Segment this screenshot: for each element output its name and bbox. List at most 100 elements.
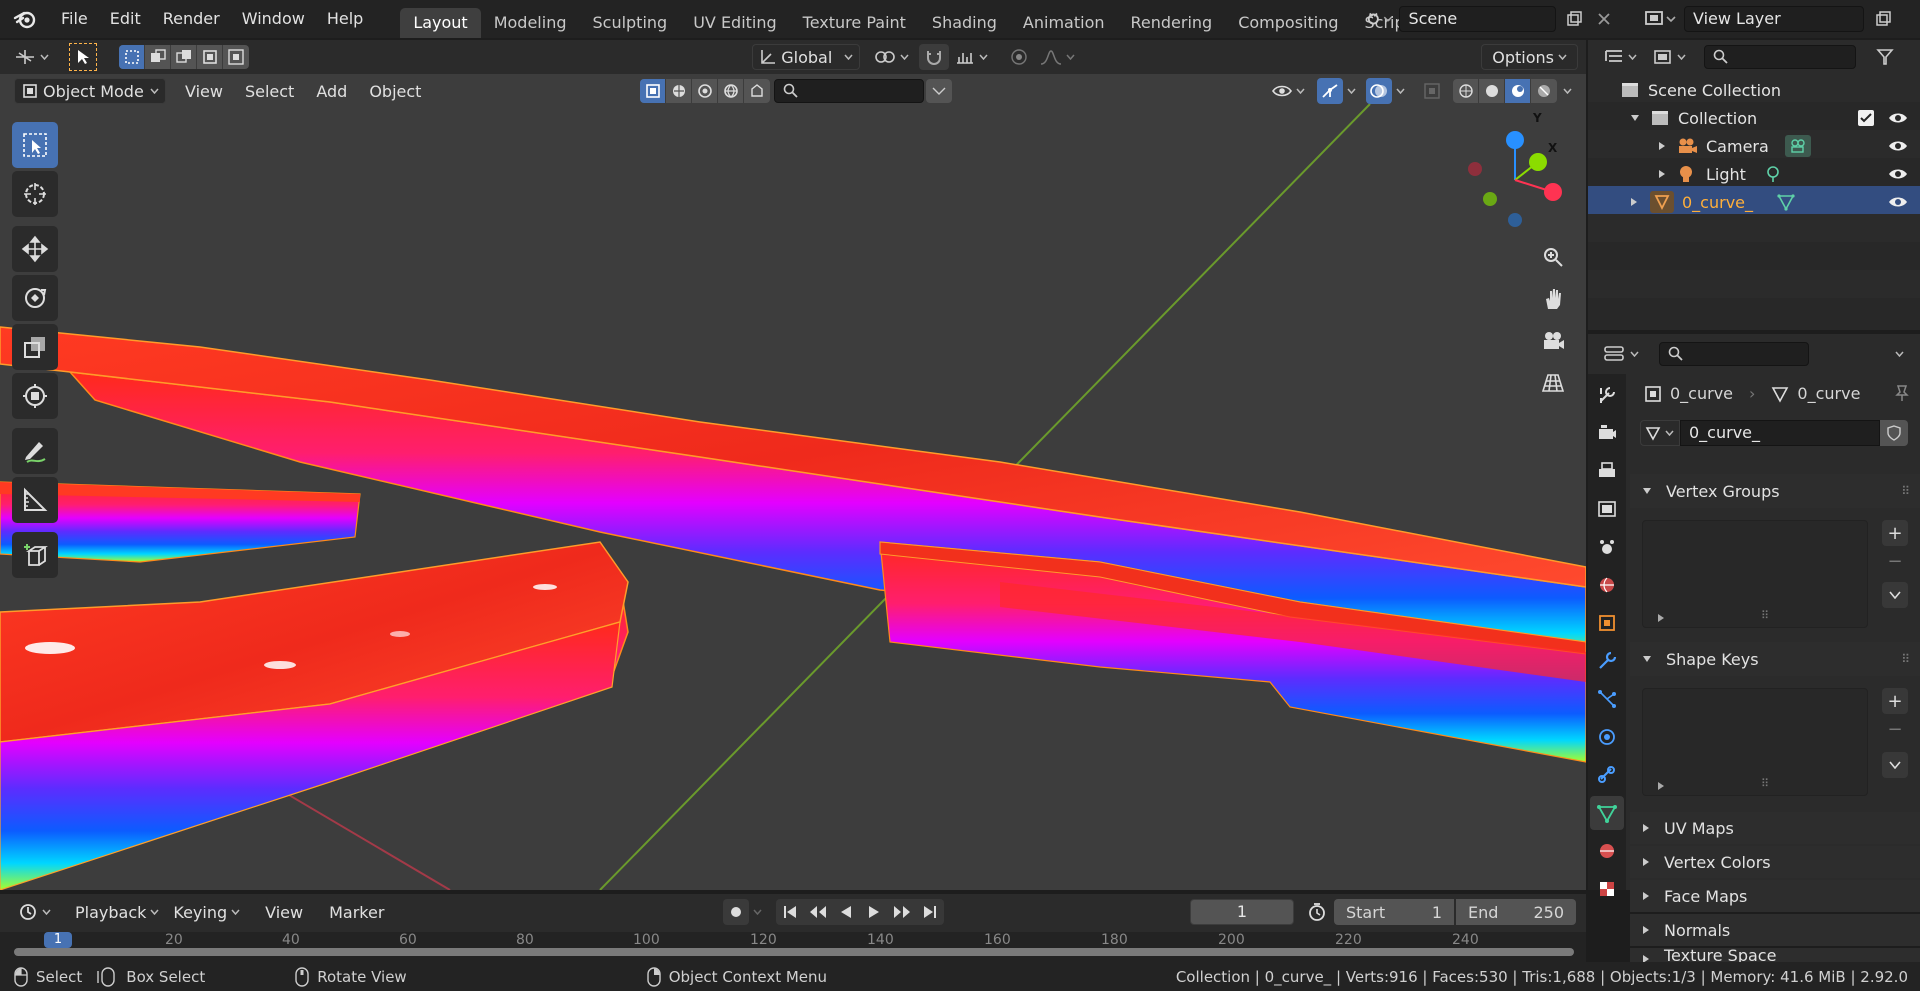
cursor-tool-icon[interactable] — [12, 171, 58, 217]
outliner-row-collection[interactable]: Collection — [1590, 104, 1920, 132]
camera-data-icon[interactable] — [1784, 135, 1811, 157]
menu-edit[interactable]: Edit — [99, 0, 152, 38]
shape-key-specials-button[interactable] — [1882, 752, 1908, 778]
play-reverse-icon[interactable] — [832, 899, 860, 925]
camera-visibility-eye-icon[interactable] — [1888, 139, 1908, 153]
tab-constraints-icon[interactable] — [1590, 758, 1624, 792]
transform-tool-icon[interactable] — [12, 373, 58, 419]
shape-keys-list-expand-icon[interactable] — [1657, 781, 1665, 791]
scene-name-field[interactable]: Scene — [1399, 6, 1557, 32]
normals-panel-header[interactable]: Normals — [1630, 914, 1920, 946]
filter-toggle-icon[interactable] — [926, 79, 953, 103]
viewport-menu-view[interactable]: View — [174, 82, 234, 101]
menu-help[interactable]: Help — [316, 0, 374, 38]
keying-set-dropdown[interactable] — [749, 899, 766, 925]
tab-sculpting[interactable]: Sculpting — [579, 8, 680, 38]
auto-keying-record-icon[interactable] — [723, 899, 750, 925]
filter-object-icon[interactable] — [640, 79, 667, 103]
filter-light-icon[interactable] — [744, 79, 770, 103]
face-maps-panel-header[interactable]: Face Maps — [1630, 880, 1920, 912]
timeline-scrollbar[interactable] — [14, 948, 1574, 956]
curve-visibility-eye-icon[interactable] — [1888, 195, 1908, 209]
snap-target-dropdown[interactable] — [949, 44, 994, 70]
shading-rendered-icon[interactable] — [1531, 79, 1557, 103]
tab-modifiers-icon[interactable] — [1590, 644, 1624, 678]
tab-view-layer-icon[interactable] — [1590, 492, 1624, 526]
scene-selector[interactable]: Scene — [1366, 6, 1616, 32]
select-box-tool-icon[interactable] — [12, 122, 58, 168]
tab-material-icon[interactable] — [1590, 834, 1624, 868]
tab-layout[interactable]: Layout — [400, 8, 481, 38]
tab-object-icon[interactable] — [1590, 606, 1624, 640]
start-frame-field[interactable]: Start 1 — [1334, 899, 1454, 925]
viewport-search-field[interactable] — [774, 79, 925, 103]
rotate-tool-icon[interactable] — [12, 275, 58, 321]
shading-solid-icon[interactable] — [1479, 79, 1505, 103]
outliner-search-field[interactable] — [1704, 45, 1856, 69]
collection-expand-icon[interactable] — [1630, 114, 1640, 122]
timeline-editor-type[interactable] — [12, 899, 57, 925]
pan-hand-icon[interactable] — [1538, 284, 1568, 314]
vertex-group-add-button[interactable]: + — [1882, 520, 1908, 546]
shape-keys-drag-handle[interactable]: ⠿ — [1901, 652, 1910, 666]
add-cube-tool-icon[interactable] — [12, 532, 58, 578]
preview-range-clock-icon[interactable] — [1304, 899, 1330, 925]
tab-uv-editing[interactable]: UV Editing — [680, 8, 789, 38]
vertex-colors-panel-header[interactable]: Vertex Colors — [1630, 846, 1920, 878]
vertex-group-remove-button[interactable]: − — [1882, 548, 1908, 574]
proportional-edit-toggle[interactable] — [1004, 44, 1034, 70]
mode-subtract-icon[interactable] — [171, 45, 197, 69]
vertex-groups-drag-handle[interactable]: ⠿ — [1901, 484, 1910, 498]
jump-end-icon[interactable] — [916, 899, 944, 925]
tab-physics-icon[interactable] — [1590, 720, 1624, 754]
uv-maps-panel-header[interactable]: UV Maps — [1630, 812, 1920, 844]
gizmo-toggle[interactable] — [1317, 78, 1343, 104]
tool-picker[interactable] — [8, 44, 55, 70]
tab-mesh-data-icon[interactable] — [1590, 796, 1624, 830]
move-tool-icon[interactable] — [12, 226, 58, 272]
shape-key-add-button[interactable]: + — [1882, 688, 1908, 714]
tab-particles-icon[interactable] — [1590, 682, 1624, 716]
zoom-icon[interactable] — [1538, 242, 1568, 272]
mesh-name-field[interactable]: 0_curve_ — [1680, 420, 1880, 446]
viewport-menu-object[interactable]: Object — [358, 82, 432, 101]
tab-animation[interactable]: Animation — [1010, 8, 1118, 38]
light-data-icon[interactable] — [1764, 165, 1782, 183]
measure-tool-icon[interactable] — [12, 477, 58, 523]
fake-user-shield-icon[interactable] — [1880, 420, 1908, 446]
display-mode-dropdown[interactable] — [1647, 44, 1692, 70]
current-frame-field[interactable]: 1 — [1190, 899, 1294, 925]
pin-icon[interactable] — [1894, 384, 1910, 402]
viewport-menu-select[interactable]: Select — [234, 82, 305, 101]
pivot-point-dropdown[interactable] — [868, 44, 915, 70]
tab-shading[interactable]: Shading — [919, 8, 1010, 38]
play-icon[interactable] — [860, 899, 888, 925]
menu-render[interactable]: Render — [152, 0, 231, 38]
select-tool-icon[interactable] — [69, 43, 97, 71]
jump-start-icon[interactable] — [776, 899, 804, 925]
mesh-browse-dropdown[interactable] — [1640, 420, 1680, 446]
properties-editor-type[interactable] — [1598, 341, 1645, 367]
timeline-menu-playback[interactable]: Playback — [69, 899, 165, 925]
outliner-row-curve[interactable]: 0_curve_ — [1590, 188, 1920, 216]
vertex-group-specials-button[interactable] — [1882, 582, 1908, 608]
shape-key-remove-button[interactable]: − — [1882, 716, 1908, 742]
camera-expand-icon[interactable] — [1658, 141, 1666, 151]
end-frame-field[interactable]: End 250 — [1456, 899, 1576, 925]
timeline-menu-marker[interactable]: Marker — [318, 903, 395, 922]
viewport-3d[interactable]: Z Y X — [0, 42, 1586, 890]
filter-material-icon[interactable] — [666, 79, 693, 103]
scene-copy-icon[interactable] — [1562, 6, 1586, 32]
shape-keys-list[interactable]: ⠿ — [1642, 688, 1868, 796]
light-visibility-eye-icon[interactable] — [1888, 167, 1908, 181]
falloff-dropdown[interactable] — [1034, 44, 1081, 70]
overlays-dropdown[interactable] — [1392, 78, 1409, 104]
annotate-tool-icon[interactable] — [12, 428, 58, 474]
viewport-menu-add[interactable]: Add — [305, 82, 358, 101]
prev-keyframe-icon[interactable] — [804, 899, 832, 925]
tab-output-icon[interactable] — [1590, 454, 1624, 488]
visibility-dropdown[interactable] — [1266, 78, 1311, 104]
camera-view-icon[interactable] — [1538, 326, 1568, 356]
timeline-ruler[interactable]: 20 40 60 80 100 120 140 160 180 200 220 240 1 — [0, 932, 1586, 962]
vertex-groups-panel-header[interactable]: Vertex Groups ⠿ — [1630, 474, 1920, 508]
